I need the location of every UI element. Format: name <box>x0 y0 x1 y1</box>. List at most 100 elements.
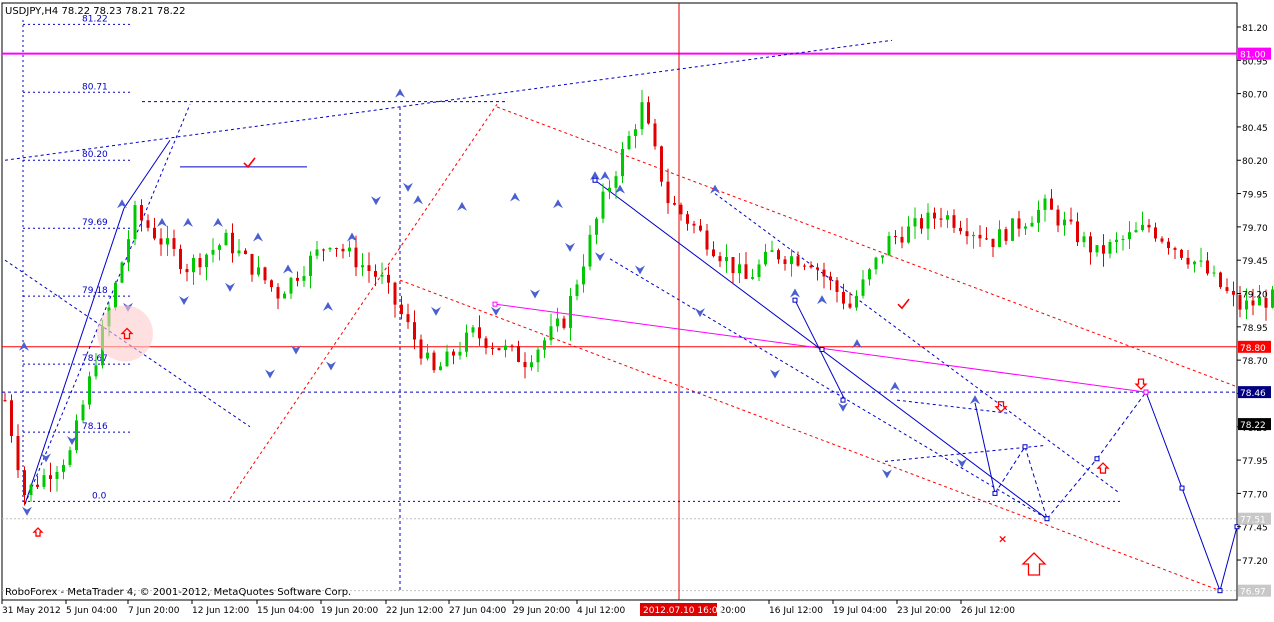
candle-body <box>348 247 351 252</box>
candle-body <box>991 238 995 248</box>
candle-body <box>419 339 423 359</box>
candle-body <box>673 203 676 205</box>
candle-body <box>270 280 273 288</box>
candle-body <box>1186 257 1190 265</box>
x-tick-label: 31 May 2012 <box>2 606 61 616</box>
candle-body <box>1024 226 1027 229</box>
candle-body <box>3 400 7 402</box>
candle-body <box>94 365 98 377</box>
candle-body <box>913 218 917 227</box>
candle-body <box>601 191 605 219</box>
candle-body <box>686 214 689 224</box>
chart-area[interactable]: 81.22 80.71 80.20 79.69 79.18 78.67 78.16 0.0 ×… <box>0 0 1274 618</box>
candle-body <box>1141 224 1144 231</box>
forecast-node <box>1179 485 1185 491</box>
candle-body <box>536 349 540 363</box>
candle-body <box>790 256 793 265</box>
candle-body <box>42 475 46 487</box>
candle-body <box>549 326 553 341</box>
candle-body <box>1095 245 1099 253</box>
forecast-node <box>1044 516 1050 522</box>
candle-body <box>874 257 878 270</box>
candle-body <box>621 149 624 177</box>
y-tick-label: 79.95 <box>1242 191 1268 201</box>
candle-body <box>1089 236 1092 253</box>
x-tick-label: 26 Jul 12:00 <box>961 606 1015 616</box>
candle-body <box>491 347 494 349</box>
candle-body <box>244 250 247 255</box>
x-tick-label: 12 Jun 12:00 <box>192 606 249 616</box>
candle-body <box>907 226 910 243</box>
candle-body <box>205 254 208 268</box>
candle-body <box>770 250 774 252</box>
candle-body <box>426 352 429 359</box>
y-tick-label: 80.20 <box>1242 157 1268 167</box>
candle-body <box>218 245 221 250</box>
forecast-node <box>1022 444 1028 450</box>
candle-body <box>49 475 52 479</box>
candle-body <box>640 102 644 130</box>
candle-body <box>250 254 254 275</box>
candle-body <box>257 267 260 275</box>
candle-body <box>705 230 709 250</box>
candle-body <box>842 291 845 304</box>
candle-body <box>263 267 267 281</box>
chart-header: USDJPY,H4 78.22 78.23 78.21 78.22 <box>5 6 186 17</box>
y-tick-label: 77.95 <box>1242 457 1268 467</box>
candle-body <box>127 239 130 263</box>
candle-body <box>29 484 33 496</box>
fib-label: 80.71 <box>82 82 108 92</box>
candle-body <box>647 102 650 124</box>
candle-body <box>965 231 969 237</box>
candle-body <box>809 265 813 268</box>
candle-body <box>1017 218 1021 229</box>
candle-body <box>88 376 91 405</box>
price-chart[interactable]: 81.2280.7180.2079.6979.1878.6778.160.0 ×… <box>0 0 1274 618</box>
candle-body <box>335 247 338 249</box>
candle-body <box>614 176 618 188</box>
candle-body <box>36 484 39 487</box>
candle-body <box>439 366 442 371</box>
candle-body <box>718 256 722 262</box>
candle-body <box>1193 261 1196 265</box>
candle-body <box>569 295 572 328</box>
candle-body <box>608 187 611 192</box>
candle-body <box>120 262 124 283</box>
forecast-node <box>992 490 998 496</box>
candle-body <box>881 255 884 258</box>
candle-body <box>328 247 332 250</box>
candle-body <box>744 264 748 279</box>
candle-body <box>237 250 241 254</box>
pivot-node <box>792 297 798 303</box>
candle-body <box>1069 219 1073 222</box>
candle-body <box>1173 248 1177 250</box>
candle-body <box>23 470 26 496</box>
candle-body <box>556 318 559 327</box>
pivot-node <box>819 346 825 352</box>
y-tick-label: 78.95 <box>1242 324 1268 334</box>
candle-body <box>179 248 182 270</box>
copyright-footer: RoboForex - MetaTrader 4, © 2001-2012, M… <box>5 587 351 598</box>
candle-body <box>1134 230 1138 233</box>
x-tick-label: 16 Jul 12:00 <box>769 606 823 616</box>
candle-body <box>146 220 150 228</box>
candle-body <box>341 248 345 252</box>
candle-body <box>699 225 702 231</box>
candle-body <box>855 295 858 308</box>
candle-body <box>575 284 579 296</box>
candle-body <box>1056 209 1060 226</box>
fib-label: 78.16 <box>82 422 108 432</box>
forecast-node <box>1094 456 1100 462</box>
fib-label: 79.69 <box>82 218 108 228</box>
candle-body <box>380 274 384 277</box>
candle-body <box>822 269 826 277</box>
candle-body <box>627 135 631 150</box>
candle-body <box>114 282 117 308</box>
candle-body <box>523 361 527 368</box>
candle-body <box>783 259 787 265</box>
candle-body <box>413 322 416 340</box>
candle-body <box>1154 227 1157 239</box>
y-tick-label: 79.70 <box>1242 224 1268 234</box>
candle-body <box>900 236 904 243</box>
candle-body <box>926 212 930 229</box>
